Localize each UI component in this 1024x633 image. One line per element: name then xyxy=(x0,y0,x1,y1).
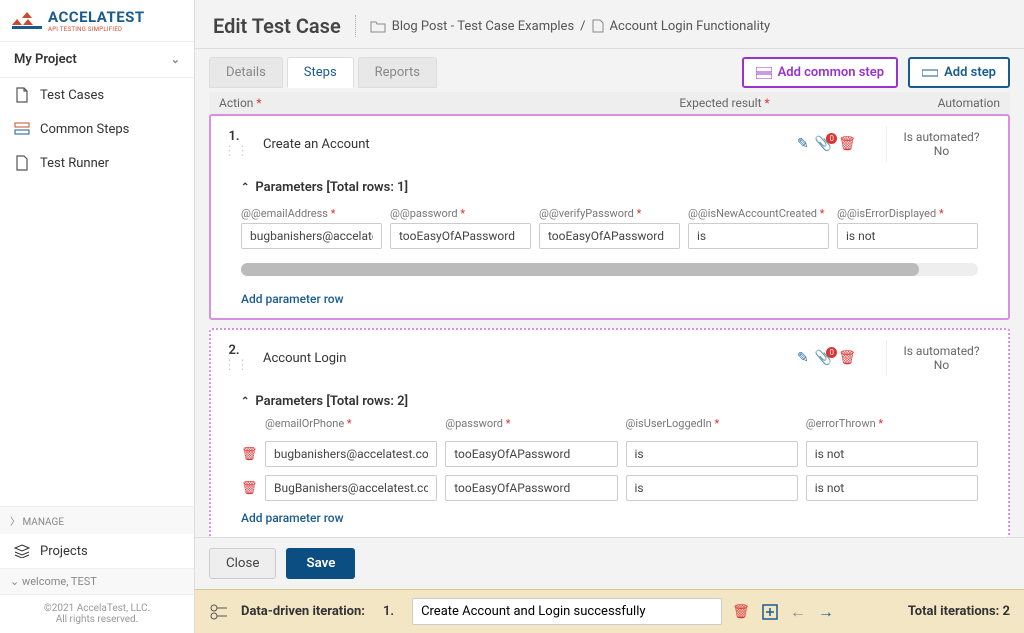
edit-icon[interactable]: ✎ xyxy=(797,136,809,152)
parameters-toggle[interactable]: ⌃ Parameters [Total rows: 1] xyxy=(211,172,1008,203)
sidebar-item-label: Test Cases xyxy=(40,88,104,103)
automation-status: Is automated? No xyxy=(886,340,996,376)
edit-icon[interactable]: ✎ xyxy=(797,350,809,366)
step-card: 1. ⋮⋮ Create an Account ✎ 📎0 🗑 Is automa… xyxy=(209,114,1010,320)
step-title: Account Login xyxy=(263,351,797,366)
page-header: Edit Test Case Blog Post - Test Case Exa… xyxy=(195,0,1024,49)
iteration-name-input[interactable] xyxy=(412,598,722,625)
sidebar-item-projects[interactable]: Projects xyxy=(0,534,194,568)
step-icon xyxy=(922,68,938,78)
breadcrumb-item[interactable]: Account Login Functionality xyxy=(610,19,771,34)
steps-icon xyxy=(14,121,30,137)
param-input-created[interactable] xyxy=(688,223,829,249)
step-number: 2. xyxy=(228,343,239,358)
brand-tagline: API TESTING SIMPLIFIED xyxy=(48,26,145,33)
save-button[interactable]: Save xyxy=(286,548,355,579)
iteration-number: 1. xyxy=(375,601,402,622)
param-input-email[interactable] xyxy=(241,223,382,249)
add-parameter-row-link[interactable]: Add parameter row xyxy=(211,286,1008,318)
tab-steps[interactable]: Steps xyxy=(287,57,354,88)
breadcrumb: Blog Post - Test Case Examples / Account… xyxy=(370,19,770,34)
param-input-error[interactable] xyxy=(837,223,978,249)
param-input[interactable] xyxy=(265,475,437,501)
delete-row-icon[interactable]: 🗑 xyxy=(241,481,257,496)
steps-icon xyxy=(756,67,772,79)
sidebar-item-common-steps[interactable]: Common Steps xyxy=(0,112,194,146)
attachment-icon[interactable]: 📎0 xyxy=(815,350,832,366)
manage-header[interactable]: 〉 MANAGE xyxy=(0,506,194,534)
param-input[interactable] xyxy=(626,441,798,467)
param-input[interactable] xyxy=(445,475,617,501)
param-input[interactable] xyxy=(445,441,617,467)
step-title: Create an Account xyxy=(263,137,797,152)
page-title: Edit Test Case xyxy=(213,14,341,38)
footer-actions: Close Save xyxy=(195,537,1024,589)
drag-handle-icon[interactable]: ⋮⋮ xyxy=(223,144,249,159)
chevron-up-icon: ⌃ xyxy=(241,182,249,193)
param-input[interactable] xyxy=(265,441,437,467)
logo: ACCELATEST API TESTING SIMPLIFIED xyxy=(0,0,194,42)
delete-icon[interactable]: 🗑 xyxy=(838,350,856,366)
tabs: Details Steps Reports xyxy=(209,57,437,88)
delete-icon[interactable]: 🗑 xyxy=(838,136,856,152)
iteration-bar: Data-driven iteration: 1. 🗑 ← → Total it… xyxy=(195,589,1024,633)
copyright: ©2021 AccelaTest, LLC. All rights reserv… xyxy=(0,594,194,633)
add-iteration-icon[interactable] xyxy=(762,604,778,620)
chevron-up-icon: ⌃ xyxy=(241,396,249,407)
sidebar-item-label: Projects xyxy=(40,544,88,559)
sidebar-item-test-cases[interactable]: Test Cases xyxy=(0,78,194,112)
attachment-icon[interactable]: 📎0 xyxy=(815,136,832,152)
sidebar: ACCELATEST API TESTING SIMPLIFIED My Pro… xyxy=(0,0,195,633)
step-number: 1. xyxy=(228,129,239,144)
add-step-button[interactable]: Add step xyxy=(908,57,1010,88)
breadcrumb-item[interactable]: Blog Post - Test Case Examples xyxy=(392,19,574,34)
sidebar-item-label: Test Runner xyxy=(40,156,109,171)
automation-status: Is automated? No xyxy=(886,126,996,162)
step-card: 2. ⋮⋮ Account Login ✎ 📎0 🗑 Is automated?… xyxy=(209,328,1010,537)
file-icon xyxy=(14,87,30,103)
param-input-password[interactable] xyxy=(390,223,531,249)
prev-iteration-icon[interactable]: ← xyxy=(790,602,806,622)
sidebar-item-test-runner[interactable]: Test Runner xyxy=(0,146,194,180)
horizontal-scrollbar[interactable] xyxy=(241,263,978,276)
runner-icon xyxy=(14,155,30,171)
parameters-toggle[interactable]: ⌃ Parameters [Total rows: 2] xyxy=(211,386,1008,417)
folder-icon xyxy=(370,20,386,33)
stack-icon xyxy=(14,543,30,559)
welcome-user[interactable]: ⌄ welcome, TEST xyxy=(0,568,194,594)
tab-details[interactable]: Details xyxy=(209,57,283,88)
next-iteration-icon[interactable]: → xyxy=(818,602,834,622)
delete-iteration-icon[interactable]: 🗑 xyxy=(732,604,750,620)
drag-handle-icon[interactable]: ⋮⋮ xyxy=(223,358,249,373)
param-input-verify[interactable] xyxy=(539,223,680,249)
file-icon xyxy=(592,19,604,33)
sidebar-item-label: Common Steps xyxy=(40,122,129,137)
param-input[interactable] xyxy=(806,475,978,501)
tab-reports[interactable]: Reports xyxy=(358,57,437,88)
close-button[interactable]: Close xyxy=(209,548,276,579)
chevron-down-icon: ⌄ xyxy=(171,53,180,66)
param-input[interactable] xyxy=(806,441,978,467)
column-headers: Action * Expected result * Automation xyxy=(209,92,1010,114)
iteration-label: Data-driven iteration: xyxy=(241,604,365,619)
delete-row-icon[interactable]: 🗑 xyxy=(241,447,257,462)
brand-name: ACCELATEST xyxy=(48,8,145,26)
iteration-icon xyxy=(209,603,231,621)
param-input[interactable] xyxy=(626,475,798,501)
project-selector[interactable]: My Project ⌄ xyxy=(0,42,194,78)
iteration-total: Total iterations: 2 xyxy=(908,604,1010,619)
add-common-step-button[interactable]: Add common step xyxy=(742,57,898,88)
add-parameter-row-link[interactable]: Add parameter row xyxy=(211,505,1008,537)
